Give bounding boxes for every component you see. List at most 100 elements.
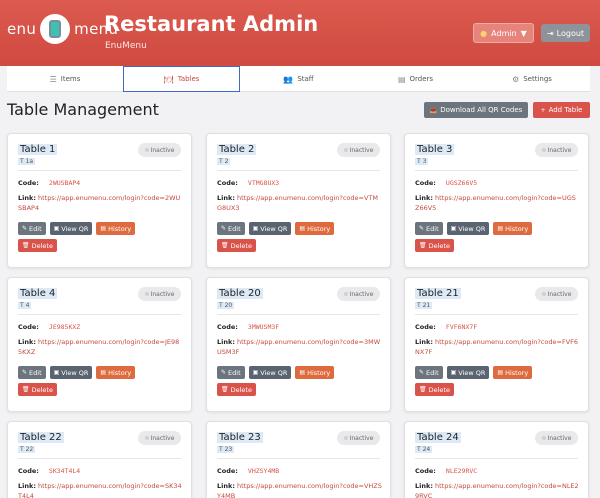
table-link[interactable]: https://app.enumenu.com/login?code=3MWUS…: [217, 338, 380, 356]
status-badge: Inactive: [138, 287, 181, 301]
link-row: Link: https://app.enumenu.com/login?code…: [18, 194, 181, 212]
history-button[interactable]: ▤ History: [493, 222, 533, 235]
table-code: JE985KXZ: [48, 323, 81, 331]
logout-button[interactable]: ⇥ Logout: [541, 24, 590, 42]
edit-button[interactable]: ✎ Edit: [415, 222, 443, 235]
table-link[interactable]: https://app.enumenu.com/login?code=VTMG8…: [217, 194, 378, 212]
trash-icon: 🗑: [221, 242, 229, 249]
page-title: Table Management: [7, 100, 159, 119]
table-link[interactable]: https://app.enumenu.com/login?code=NLE29…: [415, 482, 579, 498]
table-number: T 24: [415, 446, 433, 453]
link-row: Link: https://app.enumenu.com/login?code…: [217, 482, 382, 498]
status-badge: Inactive: [535, 143, 578, 157]
table-link[interactable]: https://app.enumenu.com/login?code=FVF6N…: [415, 338, 578, 356]
qr-icon: ▣: [53, 369, 60, 376]
table-card: Table 24 T 24 Inactive Code: NLE29RVC Lin…: [404, 421, 589, 498]
history-icon: ▤: [100, 369, 107, 376]
tab-items[interactable]: ☰ Items: [7, 66, 123, 92]
table-link[interactable]: https://app.enumenu.com/login?code=VHZSY…: [217, 482, 382, 498]
table-card: Table 23 T 23 Inactive Code: VHZSY4MB Lin…: [206, 421, 391, 498]
app-title: Restaurant Admin: [104, 12, 319, 36]
tab-staff[interactable]: 👥 Staff: [240, 66, 357, 92]
pencil-icon: ✎: [221, 225, 227, 232]
table-card: Table 3 T 3 Inactive Code: UGSZ66V5 Link:…: [404, 133, 589, 268]
enumenu-logo[interactable]: enu menu: [7, 14, 118, 44]
delete-button[interactable]: 🗑 Delete: [18, 383, 57, 396]
link-row: Link: https://app.enumenu.com/login?code…: [415, 194, 576, 212]
link-row: Link: https://app.enumenu.com/login?code…: [18, 338, 180, 356]
table-number: T 23: [217, 446, 235, 453]
view-qr-button[interactable]: ▣ View QR: [248, 222, 292, 235]
code-row: Code: FVF6NX7F: [415, 323, 478, 331]
edit-button[interactable]: ✎ Edit: [18, 222, 46, 235]
view-qr-button[interactable]: ▣ View QR: [49, 222, 93, 235]
delete-button[interactable]: 🗑 Delete: [217, 239, 256, 252]
delete-button[interactable]: 🗑 Delete: [217, 383, 256, 396]
edit-button[interactable]: ✎ Edit: [18, 366, 46, 379]
status-badge: Inactive: [535, 431, 578, 445]
code-row: Code: UGSZ66V5: [415, 179, 478, 187]
admin-dropdown-button[interactable]: ● Admin ▼: [473, 23, 534, 43]
qr-icon: ▣: [450, 369, 457, 376]
chevron-down-icon: ▼: [520, 28, 527, 38]
link-row: Link: https://app.enumenu.com/login?code…: [415, 338, 579, 356]
table-code: VTMG8UX3: [247, 179, 280, 187]
edit-button[interactable]: ✎ Edit: [217, 366, 245, 379]
phone-icon: [40, 14, 71, 44]
table-name: Table 4: [18, 288, 58, 299]
delete-button[interactable]: 🗑 Delete: [18, 239, 57, 252]
code-row: Code: VTMG8UX3: [217, 179, 280, 187]
edit-button[interactable]: ✎ Edit: [415, 366, 443, 379]
table-link[interactable]: https://app.enumenu.com/login?code=2WUSB…: [18, 194, 180, 212]
view-qr-button[interactable]: ▣ View QR: [49, 366, 93, 379]
table-code: 3MWUSM3F: [247, 323, 280, 331]
edit-button[interactable]: ✎ Edit: [217, 222, 245, 235]
table-card: Table 21 T 21 Inactive Code: FVF6NX7F Lin…: [404, 277, 589, 412]
delete-button[interactable]: 🗑 Delete: [415, 383, 454, 396]
tab-orders[interactable]: ▤ Orders: [357, 66, 474, 92]
table-card: Table 1 T 1a Inactive Code: 2WUSBAP4 Link…: [7, 133, 192, 268]
history-icon: ▤: [497, 225, 504, 232]
tab-label: Staff: [297, 75, 314, 83]
tab-label: Settings: [523, 75, 552, 83]
table-code: UGSZ66V5: [445, 179, 478, 187]
view-qr-button[interactable]: ▣ View QR: [446, 222, 490, 235]
view-qr-button[interactable]: ▣ View QR: [248, 366, 292, 379]
link-row: Link: https://app.enumenu.com/login?code…: [217, 194, 378, 212]
table-icon: 🍽: [163, 74, 174, 84]
code-row: Code: JE985KXZ: [18, 323, 81, 331]
app-header: enu menu Restaurant Admin EnuMenu ● Admi…: [0, 0, 600, 66]
table-code: 2WUSBAP4: [48, 179, 81, 187]
table-code: NLE29RVC: [445, 467, 478, 475]
history-icon: ▤: [299, 369, 306, 376]
table-link[interactable]: https://app.enumenu.com/login?code=SK34T…: [18, 482, 182, 498]
trash-icon: 🗑: [22, 242, 30, 249]
tab-settings[interactable]: ⚙ Settings: [474, 66, 590, 92]
download-icon: 📥: [429, 106, 438, 114]
history-icon: ▤: [497, 369, 504, 376]
table-name: Table 21: [415, 288, 461, 299]
table-link[interactable]: https://app.enumenu.com/login?code=JE985…: [18, 338, 179, 356]
pencil-icon: ✎: [419, 369, 425, 376]
table-number: T 1a: [18, 158, 36, 165]
app-subtitle: EnuMenu: [105, 41, 147, 51]
history-button[interactable]: ▤ History: [96, 366, 136, 379]
status-badge: Inactive: [337, 431, 380, 445]
table-card: Table 2 T 2 Inactive Code: VTMG8UX3 Link:…: [206, 133, 391, 268]
table-link[interactable]: https://app.enumenu.com/login?code=UGSZ6…: [415, 194, 576, 212]
code-row: Code: SK34T4L4: [18, 467, 81, 475]
delete-button[interactable]: 🗑 Delete: [415, 239, 454, 252]
link-row: Link: https://app.enumenu.com/login?code…: [18, 482, 182, 498]
status-badge: Inactive: [535, 287, 578, 301]
history-button[interactable]: ▤ History: [295, 366, 335, 379]
table-number: T 20: [217, 302, 235, 309]
history-button[interactable]: ▤ History: [493, 366, 533, 379]
view-qr-button[interactable]: ▣ View QR: [446, 366, 490, 379]
tab-tables[interactable]: 🍽 Tables: [123, 66, 240, 92]
table-name: Table 1: [18, 144, 58, 155]
history-button[interactable]: ▤ History: [96, 222, 136, 235]
download-all-qr-button[interactable]: 📥 Download All QR Codes: [424, 102, 528, 118]
add-table-button[interactable]: + Add Table: [533, 102, 590, 118]
table-name: Table 23: [217, 432, 263, 443]
history-button[interactable]: ▤ History: [295, 222, 335, 235]
